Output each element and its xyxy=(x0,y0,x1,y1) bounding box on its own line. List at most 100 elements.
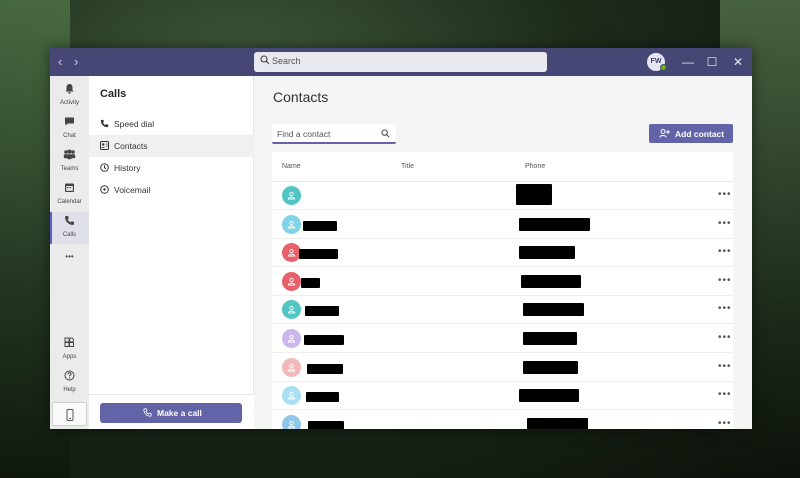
rail-label-teams: Teams xyxy=(60,166,79,172)
table-row[interactable]: ••• xyxy=(272,382,733,411)
panel-footer: Make a call xyxy=(89,394,254,429)
contact-avatar xyxy=(282,300,301,320)
contact-avatar xyxy=(282,214,301,234)
redacted-name xyxy=(305,306,339,317)
rail-item-calls[interactable]: Calls xyxy=(50,212,89,244)
person-icon xyxy=(287,220,296,229)
row-more-options-button[interactable]: ••• xyxy=(718,361,732,372)
rail-item-chat[interactable]: Chat xyxy=(50,113,89,145)
row-more-options-button[interactable]: ••• xyxy=(718,275,732,286)
column-header-name[interactable]: Name xyxy=(282,163,301,170)
row-more-options-button[interactable]: ••• xyxy=(718,218,732,229)
search-input[interactable]: Search xyxy=(254,52,547,72)
person-icon xyxy=(287,306,296,314)
rail-item-help[interactable]: Help xyxy=(50,367,89,399)
table-row[interactable]: ••• xyxy=(272,211,733,239)
table-row[interactable]: ••• xyxy=(272,239,733,268)
chat-icon xyxy=(65,117,74,126)
contacts-table: Name Title Phone ••• ••• ••• ••• ••• ••• ••• ••… xyxy=(272,152,733,429)
close-button[interactable]: ✕ xyxy=(731,54,745,70)
table-row[interactable]: ••• xyxy=(272,325,733,353)
apps-icon xyxy=(64,337,74,347)
redacted-phone xyxy=(521,274,581,288)
rail-label-help: Help xyxy=(63,387,76,393)
search-placeholder: Search xyxy=(272,56,301,66)
contact-avatar xyxy=(282,414,301,429)
person-icon xyxy=(287,191,296,200)
help-icon xyxy=(64,370,75,381)
phone-icon xyxy=(65,216,74,225)
row-more-options-button[interactable]: ••• xyxy=(718,389,732,400)
redacted-phone xyxy=(527,417,588,429)
make-a-call-button[interactable]: Make a call xyxy=(100,403,242,423)
device-button[interactable] xyxy=(52,402,87,426)
rail-item-calendar[interactable]: Calendar xyxy=(50,179,89,211)
redacted-phone xyxy=(519,246,575,260)
menu-label-contacts: Contacts xyxy=(114,141,148,151)
contact-avatar xyxy=(282,329,301,348)
row-more-options-button[interactable]: ••• xyxy=(718,189,732,200)
maximize-button[interactable]: ☐ xyxy=(705,54,719,70)
app-rail: Activity Chat Teams Calendar Calls ••• A… xyxy=(50,76,89,429)
redacted-phone xyxy=(523,332,577,345)
table-row[interactable]: ••• xyxy=(272,354,733,382)
table-row[interactable]: ••• xyxy=(272,296,733,325)
redacted-name xyxy=(308,420,344,429)
calendar-icon xyxy=(65,183,74,192)
row-more-options-button[interactable]: ••• xyxy=(718,246,732,257)
mobile-phone-icon xyxy=(66,409,73,421)
add-contact-label: Add contact xyxy=(675,129,725,139)
column-header-phone[interactable]: Phone xyxy=(525,163,545,170)
row-more-options-button[interactable]: ••• xyxy=(718,332,732,343)
table-row[interactable]: ••• xyxy=(272,182,733,210)
add-person-icon xyxy=(659,129,670,138)
redacted-name xyxy=(304,335,344,345)
more-apps-button[interactable]: ••• xyxy=(50,246,89,268)
forward-arrow-icon[interactable]: › xyxy=(74,54,78,70)
redacted-name xyxy=(306,392,339,403)
person-icon xyxy=(287,392,296,400)
menu-label-history: History xyxy=(114,163,141,173)
person-icon xyxy=(287,249,296,257)
rail-label-activity: Activity xyxy=(59,100,79,106)
find-contact-input[interactable]: Find a contact xyxy=(272,124,396,144)
contact-avatar xyxy=(282,386,301,406)
add-contact-button[interactable]: Add contact xyxy=(649,124,733,143)
calls-panel: Calls Speed dial Contacts History Voicem… xyxy=(89,76,254,429)
redacted-phone xyxy=(516,184,552,205)
rail-item-activity[interactable]: Activity xyxy=(50,80,89,112)
redacted-phone xyxy=(523,303,584,317)
minimize-button[interactable]: — xyxy=(681,54,695,70)
redacted-phone xyxy=(523,360,578,374)
teams-icon xyxy=(63,149,76,160)
menu-item-history[interactable]: History xyxy=(89,157,254,179)
redacted-name xyxy=(303,220,337,231)
contact-avatar xyxy=(282,357,301,377)
rail-item-teams[interactable]: Teams xyxy=(50,146,89,178)
person-icon xyxy=(287,277,296,286)
phone-icon xyxy=(100,119,109,128)
redacted-phone xyxy=(519,389,579,403)
teams-window: ‹ › Search FW — ☐ ✕ Activity Chat Teams … xyxy=(50,48,752,429)
menu-item-speed-dial[interactable]: Speed dial xyxy=(89,113,254,135)
back-arrow-icon[interactable]: ‹ xyxy=(58,54,62,70)
row-more-options-button[interactable]: ••• xyxy=(718,418,732,429)
person-icon xyxy=(287,363,296,372)
rail-label-calendar: Calendar xyxy=(57,199,82,205)
redacted-name xyxy=(299,249,338,260)
contacts-main: Contacts Find a contact Add contact Name… xyxy=(255,76,752,429)
table-row[interactable]: ••• xyxy=(272,268,733,296)
menu-item-voicemail[interactable]: Voicemail xyxy=(89,179,254,201)
voicemail-icon xyxy=(100,185,109,194)
clock-icon xyxy=(100,163,109,172)
rail-item-apps[interactable]: Apps xyxy=(50,334,89,366)
row-more-options-button[interactable]: ••• xyxy=(718,303,732,314)
column-header-title[interactable]: Title xyxy=(401,163,414,170)
rail-label-chat: Chat xyxy=(63,133,76,139)
table-row[interactable]: ••• xyxy=(272,411,733,429)
menu-label-voicemail: Voicemail xyxy=(114,185,151,195)
person-icon xyxy=(287,420,296,429)
bell-icon xyxy=(65,84,74,94)
phone-icon xyxy=(143,408,152,417)
menu-item-contacts[interactable]: Contacts xyxy=(89,135,254,157)
